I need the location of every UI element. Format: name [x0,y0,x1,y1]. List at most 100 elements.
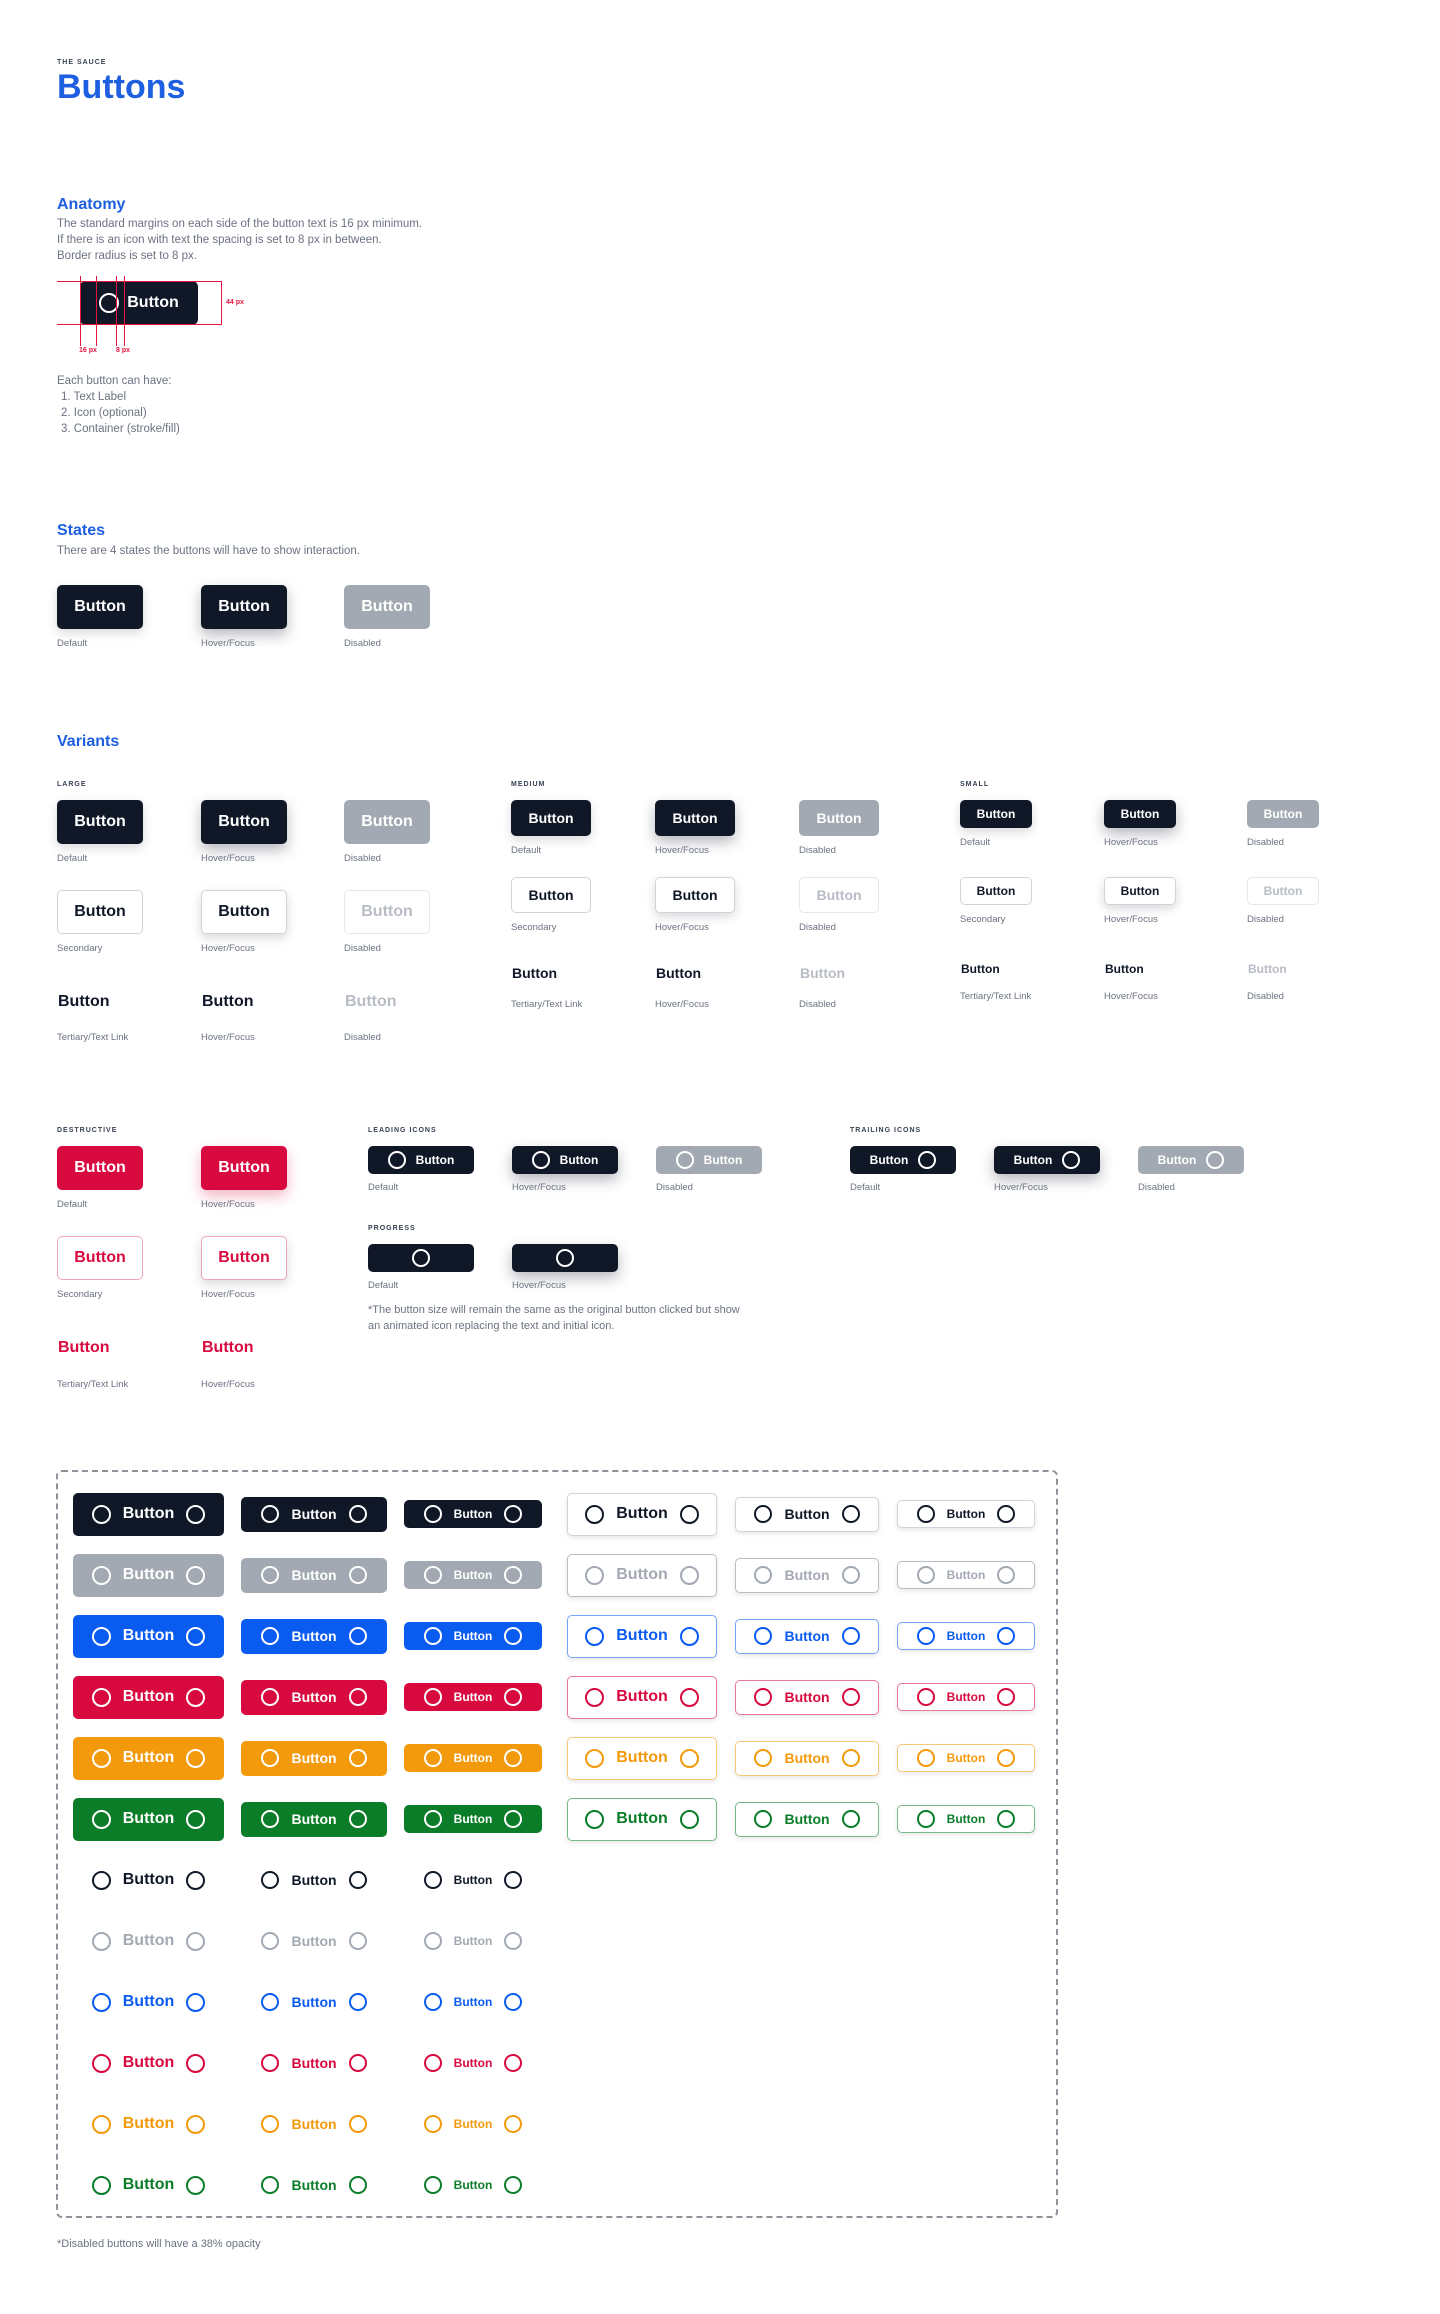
destructive-tertiary-button[interactable]: Button [201,1326,287,1370]
outline-icon-button[interactable]: Button [897,1500,1035,1528]
filled-icon-button[interactable]: Button [241,1740,387,1776]
text-icon-button[interactable]: Button [404,1866,542,1894]
secondary-button[interactable]: Button [799,877,879,913]
leading-icon-button[interactable]: Button [368,1146,474,1174]
outline-icon-button[interactable]: Button [735,1801,879,1837]
text-icon-button[interactable]: Button [241,2110,387,2138]
trailing-icon-button[interactable]: Button [994,1146,1100,1174]
primary-button[interactable]: Button [799,800,879,836]
secondary-button[interactable]: Button [57,890,143,934]
primary-button[interactable]: Button [1247,800,1319,828]
filled-icon-button[interactable]: Button [404,1683,542,1711]
outline-icon-button[interactable]: Button [567,1675,717,1719]
secondary-button[interactable]: Button [1247,877,1319,905]
outline-icon-button[interactable]: Button [897,1805,1035,1833]
primary-button[interactable]: Button [655,800,735,836]
tertiary-button[interactable]: Button [57,980,143,1024]
text-icon-button[interactable]: Button [404,1988,542,2016]
outline-icon-button[interactable]: Button [567,1492,717,1536]
filled-icon-button[interactable]: Button [241,1557,387,1593]
primary-button[interactable]: Button [511,800,591,836]
text-icon-button[interactable]: Button [241,2171,387,2199]
text-icon-button[interactable]: Button [404,1927,542,1955]
outline-icon-button[interactable]: Button [735,1557,879,1593]
primary-button[interactable]: Button [201,800,287,844]
tertiary-button[interactable]: Button [655,955,735,991]
outline-icon-button[interactable]: Button [897,1561,1035,1589]
filled-icon-button[interactable]: Button [404,1744,542,1772]
filled-icon-button[interactable]: Button [73,1614,224,1658]
secondary-button[interactable]: Button [1104,877,1176,905]
state-button-default[interactable]: Button [57,585,143,629]
filled-icon-button[interactable]: Button [73,1553,224,1597]
filled-icon-button[interactable]: Button [73,1736,224,1780]
filled-icon-button[interactable]: Button [404,1500,542,1528]
leading-icon-button[interactable]: Button [512,1146,618,1174]
text-icon-button[interactable]: Button [241,1927,387,1955]
destructive-button[interactable]: Button [201,1146,287,1190]
tertiary-button[interactable]: Button [344,980,430,1024]
text-icon-button[interactable]: Button [404,2049,542,2077]
secondary-button[interactable]: Button [960,877,1032,905]
destructive-tertiary-button[interactable]: Button [57,1326,143,1370]
primary-button[interactable]: Button [57,800,143,844]
secondary-button[interactable]: Button [655,877,735,913]
text-icon-button[interactable]: Button [73,2171,224,2199]
text-icon-button[interactable]: Button [404,2171,542,2199]
outline-icon-button[interactable]: Button [735,1679,879,1715]
filled-icon-button[interactable]: Button [73,1492,224,1536]
progress-button[interactable] [512,1244,618,1272]
filled-icon-button[interactable]: Button [404,1561,542,1589]
filled-icon-button[interactable]: Button [241,1679,387,1715]
secondary-button[interactable]: Button [201,890,287,934]
leading-icon-button[interactable]: Button [656,1146,762,1174]
primary-button[interactable]: Button [1104,800,1176,828]
tertiary-button[interactable]: Button [960,955,1032,983]
filled-icon-button[interactable]: Button [241,1618,387,1654]
text-icon-button[interactable]: Button [73,1866,224,1894]
outline-icon-button[interactable]: Button [735,1618,879,1654]
tertiary-button[interactable]: Button [1104,955,1176,983]
text-icon-button[interactable]: Button [73,1927,224,1955]
outline-icon-button[interactable]: Button [735,1740,879,1776]
outline-icon-button[interactable]: Button [897,1683,1035,1711]
state-button-hover-focus[interactable]: Button [201,585,287,629]
text-icon-button[interactable]: Button [241,1988,387,2016]
outline-icon-button[interactable]: Button [567,1553,717,1597]
secondary-button[interactable]: Button [344,890,430,934]
text-icon-button[interactable]: Button [404,2110,542,2138]
filled-icon-button[interactable]: Button [404,1805,542,1833]
filled-icon-button[interactable]: Button [241,1496,387,1532]
filled-icon-button[interactable]: Button [241,1801,387,1837]
outline-icon-button[interactable]: Button [735,1496,879,1532]
text-icon-button[interactable]: Button [241,2049,387,2077]
secondary-button[interactable]: Button [511,877,591,913]
button-label: Button [1120,807,1160,821]
text-icon-button[interactable]: Button [241,1866,387,1894]
filled-icon-button[interactable]: Button [404,1622,542,1650]
outline-icon-button[interactable]: Button [567,1736,717,1780]
tertiary-button[interactable]: Button [511,955,591,991]
filled-icon-button[interactable]: Button [73,1797,224,1841]
destructive-button[interactable]: Button [57,1146,143,1190]
primary-button[interactable]: Button [960,800,1032,828]
trailing-icon-button[interactable]: Button [1138,1146,1244,1174]
outline-icon-button[interactable]: Button [567,1614,717,1658]
tertiary-button[interactable]: Button [799,955,879,991]
text-icon-button[interactable]: Button [73,1988,224,2016]
outline-icon-button[interactable]: Button [897,1622,1035,1650]
primary-button[interactable]: Button [344,800,430,844]
filled-icon-button[interactable]: Button [73,1675,224,1719]
text-icon-button[interactable]: Button [73,2049,224,2077]
trailing-icon-button[interactable]: Button [850,1146,956,1174]
button-label: Button [453,1934,493,1948]
outline-icon-button[interactable]: Button [897,1744,1035,1772]
tertiary-button[interactable]: Button [1247,955,1319,983]
destructive-secondary-button[interactable]: Button [57,1236,143,1280]
progress-button[interactable] [368,1244,474,1272]
state-button-disabled[interactable]: Button [344,585,430,629]
outline-icon-button[interactable]: Button [567,1797,717,1841]
tertiary-button[interactable]: Button [201,980,287,1024]
destructive-secondary-button[interactable]: Button [201,1236,287,1280]
text-icon-button[interactable]: Button [73,2110,224,2138]
